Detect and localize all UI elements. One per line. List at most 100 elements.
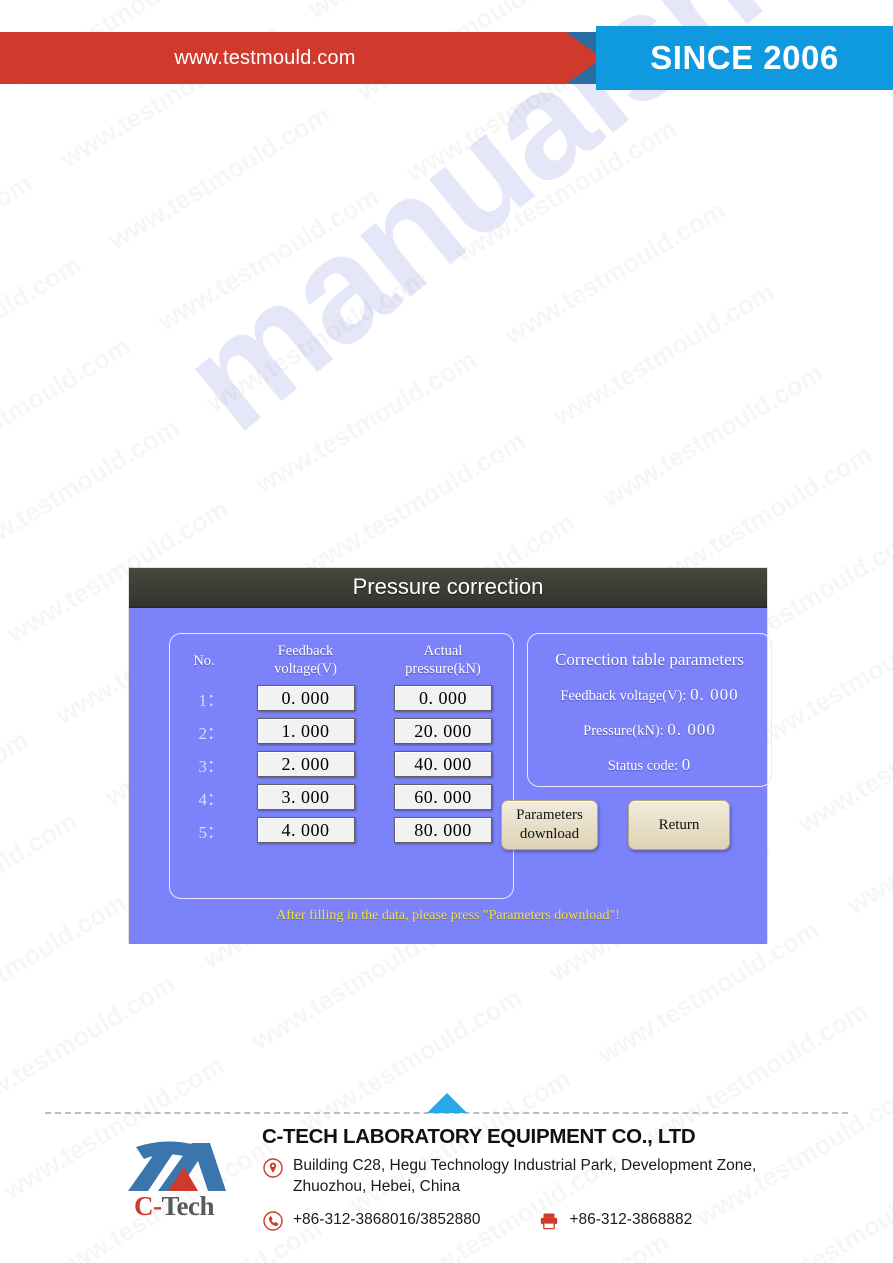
return-button[interactable]: Return	[628, 800, 730, 850]
company-logo: C-Tech	[118, 1133, 258, 1228]
logo-wordmark-c: C-	[134, 1191, 162, 1221]
param-feedback-voltage-row: Feedback voltage(V): 0. 000	[528, 685, 771, 705]
param-pressure-label: Pressure(kN):	[583, 723, 664, 739]
watermark-tile: www.testmould.com	[564, 320, 862, 551]
fax-icon	[538, 1210, 560, 1232]
table-row: 1： 0. 000 0. 000	[170, 685, 513, 712]
actual-pressure-cell: 0. 000	[373, 685, 513, 712]
pressure-correction-dialog: Pressure correction No. Feedback voltage…	[129, 568, 772, 944]
page-footer: C-Tech C-TECH LABORATORY EQUIPMENT CO., …	[0, 1125, 893, 1235]
watermark-tile: www.testmould.com	[515, 239, 813, 470]
param-status-code-label: Status code:	[607, 758, 679, 774]
row-index-label: 2：	[198, 723, 225, 743]
correction-parameters-group: Correction table parameters Feedback vol…	[527, 633, 772, 787]
correction-table-group: No. Feedback voltage(V) Actual pressure(…	[169, 633, 514, 899]
phone-icon	[262, 1210, 284, 1232]
feedback-voltage-cell: 1. 000	[238, 718, 373, 745]
watermark-tile: www.testmould.com	[466, 157, 764, 388]
dialog-title-bar: Pressure correction	[129, 568, 767, 608]
table-row: 3： 2. 000 40. 000	[170, 751, 513, 778]
watermark-tile: www.testmould.com	[0, 293, 169, 524]
address-line: Building C28, Hegu Technology Industrial…	[262, 1155, 882, 1198]
top-banner: www.testmould.com SINCE 2006	[0, 26, 893, 90]
feedback-voltage-cell: 0. 000	[238, 685, 373, 712]
dialog-hint-text: After filling in the data, please press …	[276, 908, 620, 923]
watermark-tile: www.testmould.com	[169, 225, 467, 456]
address-line-1: Building C28, Hegu Technology Industrial…	[293, 1157, 757, 1174]
phone-text: +86-312-3868016/3852880	[293, 1211, 481, 1229]
actual-pressure-cell: 60. 000	[373, 784, 513, 811]
dialog-body: No. Feedback voltage(V) Actual pressure(…	[129, 608, 772, 944]
watermark-tile: www.testmould.com	[809, 727, 893, 958]
column-header-actual-pressure: Actual pressure(kN)	[373, 642, 513, 678]
feedback-voltage-input[interactable]: 1. 000	[256, 718, 355, 745]
parameters-download-button[interactable]: Parameters download	[501, 800, 598, 850]
column-header-feedback-line2: voltage(V)	[274, 661, 337, 678]
column-header-feedback-line1: Feedback	[277, 643, 334, 659]
parameters-download-line1: Parameters	[516, 807, 583, 824]
banner-blue-bar: SINCE 2006	[596, 26, 893, 90]
table-row: 4： 3. 000 60. 000	[170, 784, 513, 811]
logo-wordmark: C-Tech	[134, 1191, 215, 1222]
row-index-label: 4：	[198, 789, 225, 809]
actual-pressure-input[interactable]: 40. 000	[394, 751, 492, 778]
footer-triangle-marker	[415, 1085, 484, 1115]
watermark-tile: www.testmould.com	[112, 1257, 410, 1263]
actual-pressure-input[interactable]: 80. 000	[394, 817, 492, 844]
company-name: C-TECH LABORATORY EQUIPMENT CO., LTD	[262, 1125, 696, 1148]
actual-pressure-input[interactable]: 0. 000	[394, 685, 492, 712]
watermark-tile: www.testmould.com	[217, 307, 515, 538]
dialog-button-row: Parameters download Return	[501, 800, 771, 852]
parameters-download-button-label: Parameters download	[516, 806, 583, 844]
feedback-voltage-cell: 3. 000	[238, 784, 373, 811]
logo-wordmark-tech: Tech	[161, 1191, 215, 1221]
feedback-voltage-cell: 2. 000	[238, 751, 373, 778]
watermark-tile: www.testmould.com	[0, 605, 18, 836]
parameters-download-line2: download	[519, 826, 580, 842]
actual-pressure-cell: 80. 000	[373, 817, 513, 844]
contact-line: +86-312-3868016/3852880 +86-312-3868882	[262, 1208, 882, 1232]
dialog-title-text: Pressure correction	[352, 574, 544, 599]
triangle-up-icon	[427, 1093, 467, 1113]
watermark-tile: www.testmould.com	[760, 646, 893, 877]
location-pin-icon	[262, 1157, 284, 1179]
fax-text: +86-312-3868882	[569, 1211, 693, 1229]
watermark-tile: www.testmould.com	[0, 687, 67, 918]
param-status-code-value: 0	[681, 755, 692, 774]
feedback-voltage-input[interactable]: 4. 000	[256, 817, 355, 844]
param-status-code-row: Status code: 0	[528, 755, 771, 775]
actual-pressure-input[interactable]: 20. 000	[394, 718, 492, 745]
watermark-tile: www.testmould.com	[417, 76, 715, 307]
param-feedback-voltage-value: 0. 000	[690, 685, 739, 704]
banner-website-url[interactable]: www.testmould.com	[0, 32, 530, 84]
table-row: 2： 1. 000 20. 000	[170, 718, 513, 745]
column-header-no: No.	[193, 653, 215, 669]
feedback-voltage-input[interactable]: 3. 000	[256, 784, 355, 811]
watermark-tile: www.testmould.com	[857, 809, 893, 1040]
actual-pressure-cell: 20. 000	[373, 718, 513, 745]
table-row: 5： 4. 000 80. 000	[170, 817, 513, 844]
watermark-tile: www.testmould.com	[0, 212, 120, 443]
row-index-label: 1：	[198, 690, 225, 710]
column-header-actual-line2: pressure(kN)	[405, 661, 481, 678]
return-button-label: Return	[658, 816, 700, 833]
watermark-tile: www.testmould.com	[71, 62, 369, 293]
param-pressure-value: 0. 000	[667, 720, 716, 739]
table-rows-container: 1： 0. 000 0. 000 2： 1. 000 20. 000 3： 2. 000 40.…	[170, 685, 513, 844]
address-line-2: Zhuozhou, Hebei, China	[293, 1178, 461, 1196]
feedback-voltage-input[interactable]: 0. 000	[256, 685, 355, 712]
column-header-feedback-voltage: Feedback voltage(V)	[238, 642, 373, 678]
footer-content: C-TECH LABORATORY EQUIPMENT CO., LTD Bui…	[262, 1125, 882, 1232]
param-pressure-row: Pressure(kN): 0. 000	[528, 720, 771, 740]
watermark-tile: www.testmould.com	[120, 144, 418, 375]
row-index-label: 5：	[198, 822, 225, 842]
actual-pressure-input[interactable]: 60. 000	[394, 784, 492, 811]
actual-pressure-cell: 40. 000	[373, 751, 513, 778]
feedback-voltage-input[interactable]: 2. 000	[256, 751, 355, 778]
column-header-actual-line1: Actual	[423, 643, 463, 659]
watermark-tile: www.testmould.com	[0, 768, 116, 999]
address-text: Building C28, Hegu Technology Industrial…	[293, 1155, 756, 1198]
param-feedback-voltage-label: Feedback voltage(V):	[560, 688, 687, 704]
feedback-voltage-cell: 4. 000	[238, 817, 373, 844]
row-index-label: 3：	[198, 756, 225, 776]
